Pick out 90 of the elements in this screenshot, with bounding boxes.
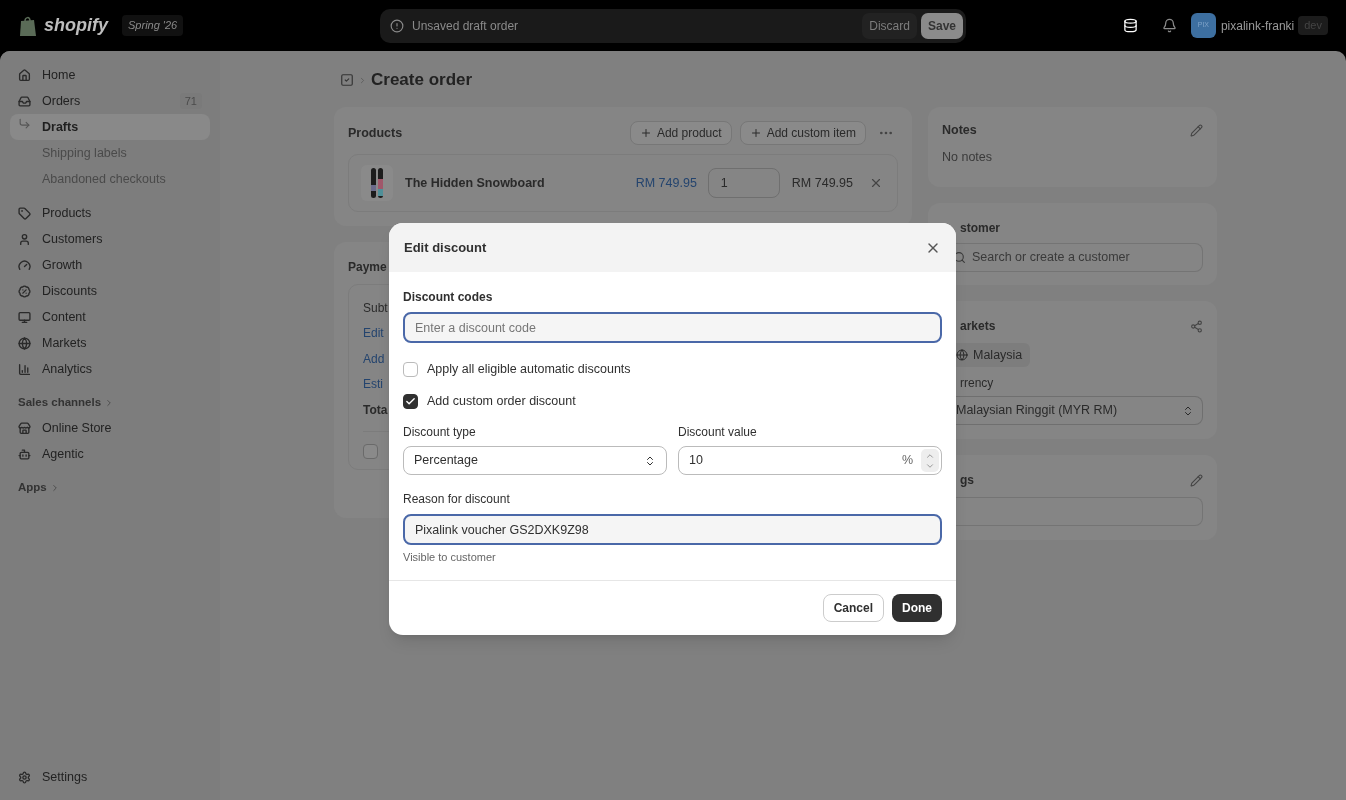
edit-icon[interactable] [1190, 473, 1203, 487]
sidebar-item[interactable]: Analytics [10, 356, 210, 382]
product-price-link[interactable]: RM 749.95 [635, 173, 697, 193]
discount-value-field[interactable]: 10 % [678, 446, 942, 475]
home-icon [18, 68, 31, 82]
check-icon [405, 395, 416, 407]
reason-field[interactable]: Pixalink voucher GS2DXK9Z98 [403, 514, 942, 545]
line-total: RM 749.95 [791, 174, 853, 192]
discount-type-select[interactable]: Percentage [403, 446, 667, 475]
sidebar-item[interactable]: Products [10, 200, 210, 226]
gauge-icon [18, 258, 31, 272]
globe-icon [18, 336, 31, 350]
settings-link[interactable]: Settings [42, 767, 88, 787]
plus-icon [749, 127, 762, 139]
payment-label: Tota [363, 401, 388, 419]
page-title: Create order [371, 69, 473, 92]
person-icon [18, 232, 31, 246]
card-title: Notes [942, 122, 978, 139]
checkbox[interactable] [363, 443, 378, 459]
version-badge: Spring '26 [122, 15, 184, 36]
dialog-title: Edit discount [404, 238, 488, 257]
card-title: stomer [960, 220, 1001, 237]
payment-label: Subt [363, 299, 388, 317]
card-title: gs [960, 472, 975, 489]
field-label: Reason for discount [403, 491, 511, 508]
percent-badge-icon [18, 284, 31, 298]
bar-chart-icon [18, 362, 31, 376]
field-label: Discount value [678, 424, 758, 441]
cancel-button[interactable]: Cancel [822, 593, 884, 622]
card-title: Payme [348, 259, 388, 276]
field-label: Discount codes [403, 289, 494, 306]
done-button[interactable]: Done [892, 593, 942, 622]
logo-text: shopify [44, 14, 108, 37]
checkbox[interactable] [403, 361, 418, 377]
alert-icon [390, 18, 404, 33]
checkbox-label: Add custom order discount [427, 392, 576, 410]
currency-label: rrency [960, 375, 995, 392]
globe-icon [956, 349, 968, 361]
tag-icon [18, 206, 31, 220]
select-chevrons-icon [644, 454, 656, 467]
percent-suffix: % [901, 452, 913, 470]
inbox-icon [18, 94, 31, 108]
sidebar-item[interactable]: Growth [10, 252, 210, 278]
discount-code-field[interactable]: Enter a discount code [403, 312, 942, 343]
stack-icon[interactable] [1122, 18, 1138, 33]
notifications-icon[interactable] [1161, 18, 1177, 33]
sidebar-item[interactable]: Drafts [10, 114, 210, 140]
product-name: The Hidden Snowboard [405, 174, 546, 192]
section-heading[interactable]: Apps [18, 479, 47, 497]
branch-icon [18, 116, 31, 130]
status-text: Unsaved draft order [412, 17, 520, 35]
save-button[interactable]: Save [920, 12, 963, 39]
market-chip: Malaysia [956, 343, 1031, 367]
discard-button[interactable]: Discard [862, 12, 917, 39]
help-text: Visible to customer [403, 550, 497, 565]
notes-text: No notes [942, 148, 994, 166]
store-icon [18, 421, 31, 435]
card-title: Products [348, 124, 404, 142]
payment-link[interactable]: Add [363, 349, 385, 368]
share-icon[interactable] [1190, 319, 1203, 333]
add-button[interactable]: Add custom item [739, 121, 866, 145]
stepper-drawing[interactable] [921, 449, 939, 472]
remove-icon[interactable] [869, 176, 883, 190]
select-chevrons-icon [1182, 404, 1194, 417]
payment-link[interactable]: Esti [363, 375, 383, 394]
sidebar-item[interactable]: Discounts [10, 278, 210, 304]
sidebar-item[interactable]: Online Store [10, 415, 210, 441]
sidebar-item[interactable]: Content [10, 304, 210, 330]
section-heading[interactable]: Sales channels [18, 394, 102, 412]
sidebar-item[interactable]: Home [10, 62, 210, 88]
field-label: Discount type [403, 424, 477, 441]
breadcrumb-chevron-icon [358, 75, 367, 85]
checkbox-label: Apply all eligible automatic discounts [427, 360, 631, 378]
quantity-field[interactable]: 1 [707, 168, 780, 198]
payment-link[interactable]: Edit [363, 324, 384, 343]
sidebar-item[interactable]: Agentic [10, 441, 210, 467]
plus-icon [639, 127, 652, 139]
sidebar-item[interactable]: Markets [10, 330, 210, 356]
settings-icon [18, 770, 31, 784]
monitor-icon [18, 310, 31, 324]
shopify-bag-icon [18, 14, 38, 37]
card-title: arkets [960, 318, 997, 335]
add-button[interactable]: Add product [629, 121, 732, 145]
account-name: pixalink-franki [1220, 17, 1295, 35]
robot-icon [18, 447, 31, 461]
currency-select[interactable]: Malaysian Ringgit (MYR RM) [956, 396, 1203, 425]
checkbox[interactable] [403, 393, 418, 409]
edit-icon[interactable] [1190, 123, 1203, 137]
tags-field[interactable] [956, 497, 1203, 526]
sidebar-item[interactable]: Customers [10, 226, 210, 252]
